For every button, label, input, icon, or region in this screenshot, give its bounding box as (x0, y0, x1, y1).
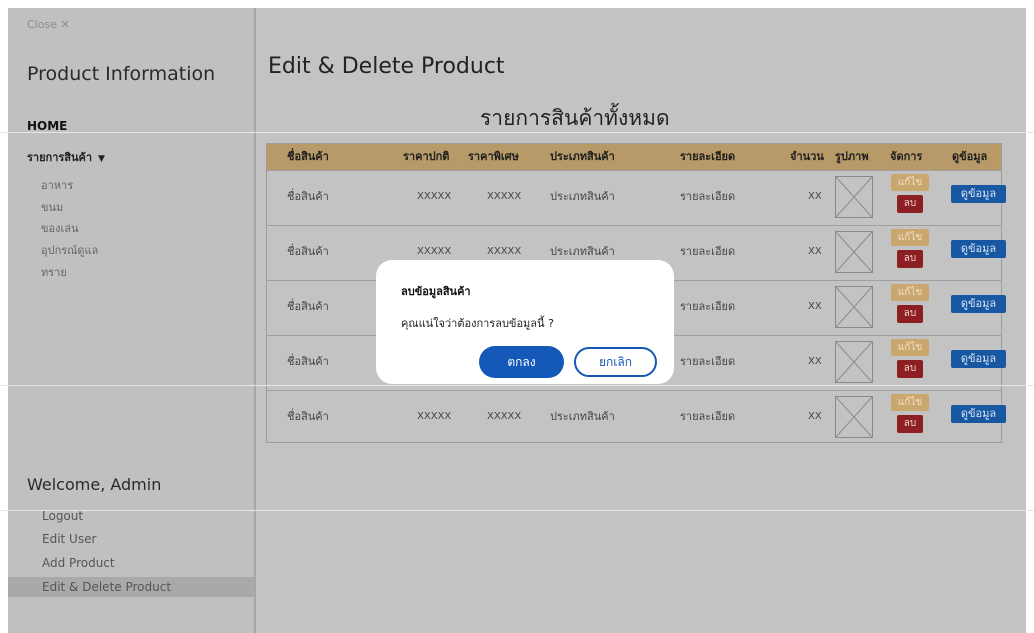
table-row: ชื่อสินค้า XXXXX XXXXX ประเภทสินค้า รายล… (267, 170, 1006, 226)
cell-qty: XX (808, 191, 822, 202)
sidebar-item-edit-delete-product[interactable]: Edit & Delete Product (8, 577, 254, 597)
sidebar-subitem-food[interactable]: อาหาร (41, 176, 73, 194)
view-button[interactable]: ดูข้อมูล (951, 350, 1006, 368)
table-header: ชื่อสินค้า ราคาปกติ ราคาพิเศษ ประเภทสินค… (267, 144, 1001, 170)
product-image-placeholder (835, 396, 873, 438)
guide-line (0, 385, 1034, 386)
list-title: รายการสินค้าทั้งหมด (480, 106, 670, 130)
col-header-detail: รายละเอียด (680, 150, 736, 163)
cell-name: ชื่อสินค้า (287, 245, 329, 258)
table-row: ชื่อสินค้า XXXXX XXXXX ประเภทสินค้า รายล… (267, 390, 1006, 446)
sidebar-subitem-sand[interactable]: ทราย (41, 263, 67, 281)
dialog-title: ลบข้อมูลสินค้า (401, 285, 471, 298)
cancel-button[interactable]: ยกเลิก (574, 347, 657, 377)
product-image-placeholder (835, 176, 873, 218)
col-header-price: ราคาปกติ (403, 150, 450, 163)
col-header-manage: จัดการ (890, 150, 923, 163)
cell-name: ชื่อสินค้า (287, 300, 329, 313)
col-header-image: รูปภาพ (835, 150, 869, 163)
edit-button[interactable]: แก้ไข (891, 339, 929, 356)
view-button[interactable]: ดูข้อมูล (951, 185, 1006, 203)
category-menu-label: รายการสินค้า (27, 151, 93, 164)
sidebar: Close ✕ Product Information HOME รายการส… (8, 8, 256, 633)
delete-button[interactable]: ลบ (897, 305, 923, 323)
col-header-type: ประเภทสินค้า (550, 150, 615, 163)
sidebar-subitem-care[interactable]: อุปกรณ์ดูแล (41, 241, 98, 259)
edit-button[interactable]: แก้ไข (891, 394, 929, 411)
caret-down-icon: ▼ (98, 154, 105, 164)
cell-detail: รายละเอียด (680, 245, 736, 258)
cell-name: ชื่อสินค้า (287, 355, 329, 368)
delete-button[interactable]: ลบ (897, 415, 923, 433)
confirm-button[interactable]: ตกลง (479, 346, 564, 378)
delete-button[interactable]: ลบ (897, 250, 923, 268)
guide-line (0, 132, 1034, 133)
cell-qty: XX (808, 411, 822, 422)
app-frame: Close ✕ Product Information HOME รายการส… (8, 8, 1026, 633)
sidebar-item-edit-user[interactable]: Edit User (8, 529, 254, 549)
col-header-name: ชื่อสินค้า (287, 150, 329, 163)
delete-confirm-dialog: ลบข้อมูลสินค้า คุณแน่ใจว่าต้องการลบข้อมู… (376, 260, 674, 384)
sidebar-subitem-toys[interactable]: ของเล่น (41, 219, 79, 237)
cell-type: ประเภทสินค้า (550, 190, 615, 203)
edit-button[interactable]: แก้ไข (891, 284, 929, 301)
edit-button[interactable]: แก้ไข (891, 229, 929, 246)
cell-detail: รายละเอียด (680, 300, 736, 313)
product-image-placeholder (835, 286, 873, 328)
guide-line (0, 510, 1034, 511)
cell-qty: XX (808, 301, 822, 312)
edit-button[interactable]: แก้ไข (891, 174, 929, 191)
cell-detail: รายละเอียด (680, 190, 736, 203)
cell-price: XXXXX (417, 411, 452, 422)
dialog-message: คุณแน่ใจว่าต้องการลบข้อมูลนี้ ? (401, 317, 554, 330)
product-image-placeholder (835, 231, 873, 273)
cell-qty: XX (808, 246, 822, 257)
delete-button[interactable]: ลบ (897, 360, 923, 378)
sidebar-item-logout[interactable]: Logout (8, 506, 254, 526)
close-sidebar-button[interactable]: Close ✕ (27, 18, 70, 31)
delete-button[interactable]: ลบ (897, 195, 923, 213)
cell-special: XXXXX (487, 191, 522, 202)
welcome-text: Welcome, Admin (27, 475, 162, 494)
page-title: Edit & Delete Product (268, 54, 505, 79)
cell-detail: รายละเอียด (680, 410, 736, 423)
cell-detail: รายละเอียด (680, 355, 736, 368)
sidebar-item-add-product[interactable]: Add Product (8, 553, 254, 573)
col-header-special: ราคาพิเศษ (468, 150, 519, 163)
view-button[interactable]: ดูข้อมูล (951, 240, 1006, 258)
cell-name: ชื่อสินค้า (287, 410, 329, 423)
cell-special: XXXXX (487, 411, 522, 422)
cell-qty: XX (808, 356, 822, 367)
view-button[interactable]: ดูข้อมูล (951, 295, 1006, 313)
view-button[interactable]: ดูข้อมูล (951, 405, 1006, 423)
sidebar-subitem-snack[interactable]: ขนม (41, 198, 63, 216)
sidebar-title: Product Information (27, 63, 216, 85)
col-header-qty: จำนวน (790, 150, 824, 163)
sidebar-item-home[interactable]: HOME (27, 119, 67, 133)
cell-price: XXXXX (417, 191, 452, 202)
cell-name: ชื่อสินค้า (287, 190, 329, 203)
sidebar-category-menu[interactable]: รายการสินค้า ▼ (27, 148, 105, 166)
col-header-view: ดูข้อมูล (952, 150, 988, 163)
cell-type: ประเภทสินค้า (550, 410, 615, 423)
product-image-placeholder (835, 341, 873, 383)
